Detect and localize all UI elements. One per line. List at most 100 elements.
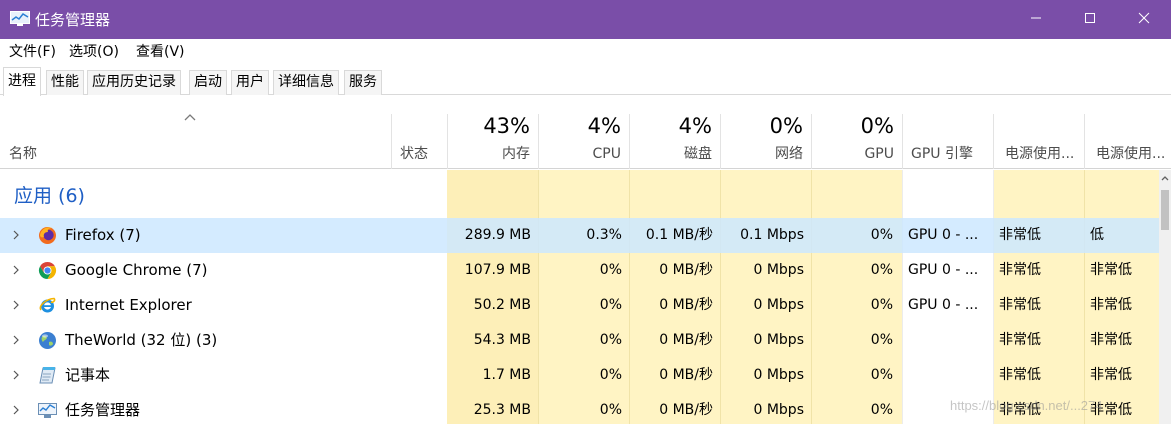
- process-gpu-engine: GPU 0 - ...: [908, 262, 979, 278]
- notepad-icon: [38, 366, 57, 385]
- cpu-total-pct: 4%: [587, 114, 621, 138]
- column-header: 名称 状态 43% 内存 4% CPU 4% 磁盘 0% 网络 0% GPU G…: [0, 96, 1171, 169]
- minimize-button[interactable]: [1013, 0, 1059, 39]
- vertical-scrollbar[interactable]: [1159, 170, 1171, 424]
- process-row-internet-explorer[interactable]: Internet Explorer 50.2 MB 0% 0 MB/秒 0 Mb…: [0, 288, 1159, 323]
- process-name: Firefox (7): [65, 226, 141, 244]
- process-cpu: 0.3%: [586, 227, 622, 243]
- close-button[interactable]: [1121, 0, 1167, 39]
- column-status[interactable]: 状态: [391, 114, 447, 169]
- column-cpu[interactable]: 4% CPU: [538, 114, 629, 169]
- process-gpu: 0%: [870, 332, 893, 348]
- process-name: 任务管理器: [65, 401, 141, 419]
- column-name[interactable]: 名称: [0, 114, 391, 169]
- menu-bar: 文件(F) 选项(O) 查看(V): [0, 39, 1171, 65]
- column-gpu-label: GPU: [864, 146, 894, 162]
- tab-users[interactable]: 用户: [231, 70, 269, 95]
- process-memory: 1.7 MB: [482, 367, 531, 383]
- chrome-icon: [38, 261, 57, 280]
- firefox-icon: [38, 226, 57, 245]
- process-cpu: 0%: [599, 402, 622, 418]
- column-name-label: 名称: [9, 146, 37, 162]
- process-cpu: 0%: [599, 262, 622, 278]
- column-gpu-engine[interactable]: GPU 引擎: [902, 114, 993, 169]
- column-memory-label: 内存: [502, 146, 530, 162]
- tab-app-history[interactable]: 应用历史记录: [87, 70, 181, 95]
- scrollbar-thumb[interactable]: [1161, 190, 1169, 230]
- process-memory: 107.9 MB: [464, 262, 531, 278]
- process-network: 0 Mbps: [753, 262, 804, 278]
- process-name: Google Chrome (7): [65, 261, 208, 279]
- chevron-right-icon[interactable]: [11, 299, 21, 311]
- process-power-trend: 非常低: [1090, 262, 1132, 278]
- process-gpu: 0%: [870, 297, 893, 313]
- process-cpu: 0%: [599, 332, 622, 348]
- process-row-chrome[interactable]: Google Chrome (7) 107.9 MB 0% 0 MB/秒 0 M…: [0, 253, 1159, 288]
- process-network: 0.1 Mbps: [740, 227, 804, 243]
- column-power-trend[interactable]: 电源使用...: [1084, 114, 1171, 169]
- column-cpu-label: CPU: [592, 146, 621, 162]
- process-network: 0 Mbps: [753, 402, 804, 418]
- process-disk: 0 MB/秒: [659, 367, 713, 383]
- process-gpu-engine: GPU 0 - ...: [908, 297, 979, 313]
- tab-startup[interactable]: 启动: [189, 70, 227, 95]
- memory-total-pct: 43%: [483, 114, 530, 138]
- process-disk: 0 MB/秒: [659, 332, 713, 348]
- network-total-pct: 0%: [769, 114, 803, 138]
- process-power-trend: 非常低: [1090, 332, 1132, 348]
- process-row-notepad[interactable]: 记事本 1.7 MB 0% 0 MB/秒 0 Mbps 0% 非常低 非常低: [0, 358, 1159, 393]
- process-power: 非常低: [999, 332, 1041, 348]
- column-memory[interactable]: 43% 内存: [447, 114, 538, 169]
- column-network[interactable]: 0% 网络: [720, 114, 811, 169]
- process-power-trend: 低: [1090, 227, 1104, 243]
- column-power-usage-label: 电源使用...: [1005, 146, 1075, 162]
- column-gpu[interactable]: 0% GPU: [811, 114, 902, 169]
- process-gpu: 0%: [870, 227, 893, 243]
- chevron-right-icon[interactable]: [11, 404, 21, 416]
- task-manager-icon: [38, 401, 57, 420]
- title-bar[interactable]: 任务管理器: [0, 0, 1171, 39]
- maximize-icon: [1084, 12, 1096, 28]
- close-icon: [1138, 12, 1150, 28]
- process-power-trend: 非常低: [1090, 297, 1132, 313]
- internet-explorer-icon: [38, 296, 57, 315]
- column-status-label: 状态: [400, 146, 428, 162]
- process-cpu: 0%: [599, 367, 622, 383]
- tab-processes[interactable]: 进程: [3, 67, 41, 96]
- column-disk[interactable]: 4% 磁盘: [629, 114, 720, 169]
- column-disk-label: 磁盘: [684, 146, 712, 162]
- process-disk: 0 MB/秒: [659, 402, 713, 418]
- tab-performance[interactable]: 性能: [46, 70, 84, 95]
- process-memory: 50.2 MB: [473, 297, 531, 313]
- gpu-total-pct: 0%: [860, 114, 894, 138]
- tab-services[interactable]: 服务: [344, 70, 382, 95]
- process-network: 0 Mbps: [753, 297, 804, 313]
- column-power-trend-label: 电源使用...: [1096, 146, 1166, 162]
- window-title: 任务管理器: [35, 11, 111, 29]
- tab-details[interactable]: 详细信息: [273, 70, 339, 95]
- menu-file[interactable]: 文件(F): [9, 43, 56, 61]
- process-power: 非常低: [999, 367, 1041, 383]
- chevron-right-icon[interactable]: [11, 264, 21, 276]
- process-memory: 54.3 MB: [473, 332, 531, 348]
- menu-options[interactable]: 选项(O): [69, 43, 119, 61]
- process-row-firefox[interactable]: Firefox (7) 289.9 MB 0.3% 0.1 MB/秒 0.1 M…: [0, 218, 1159, 253]
- process-row-theworld[interactable]: TheWorld (32 位) (3) 54.3 MB 0% 0 MB/秒 0 …: [0, 323, 1159, 358]
- tab-bar: 进程 性能 应用历史记录 启动 用户 详细信息 服务: [0, 65, 1171, 96]
- process-power: 非常低: [999, 227, 1041, 243]
- scroll-up-arrow-icon[interactable]: [1159, 172, 1171, 184]
- column-power-usage[interactable]: 电源使用...: [993, 114, 1084, 169]
- menu-view[interactable]: 查看(V): [136, 43, 185, 61]
- group-header-apps[interactable]: 应用 (6): [14, 184, 85, 208]
- maximize-button[interactable]: [1067, 0, 1113, 39]
- process-network: 0 Mbps: [753, 367, 804, 383]
- process-gpu-engine: GPU 0 - ...: [908, 227, 979, 243]
- process-disk: 0 MB/秒: [659, 262, 713, 278]
- process-network: 0 Mbps: [753, 332, 804, 348]
- chevron-right-icon[interactable]: [11, 369, 21, 381]
- chevron-right-icon[interactable]: [11, 334, 21, 346]
- process-disk: 0.1 MB/秒: [645, 227, 713, 243]
- chevron-right-icon[interactable]: [11, 229, 21, 241]
- column-gpu-engine-label: GPU 引擎: [911, 146, 973, 162]
- disk-total-pct: 4%: [678, 114, 712, 138]
